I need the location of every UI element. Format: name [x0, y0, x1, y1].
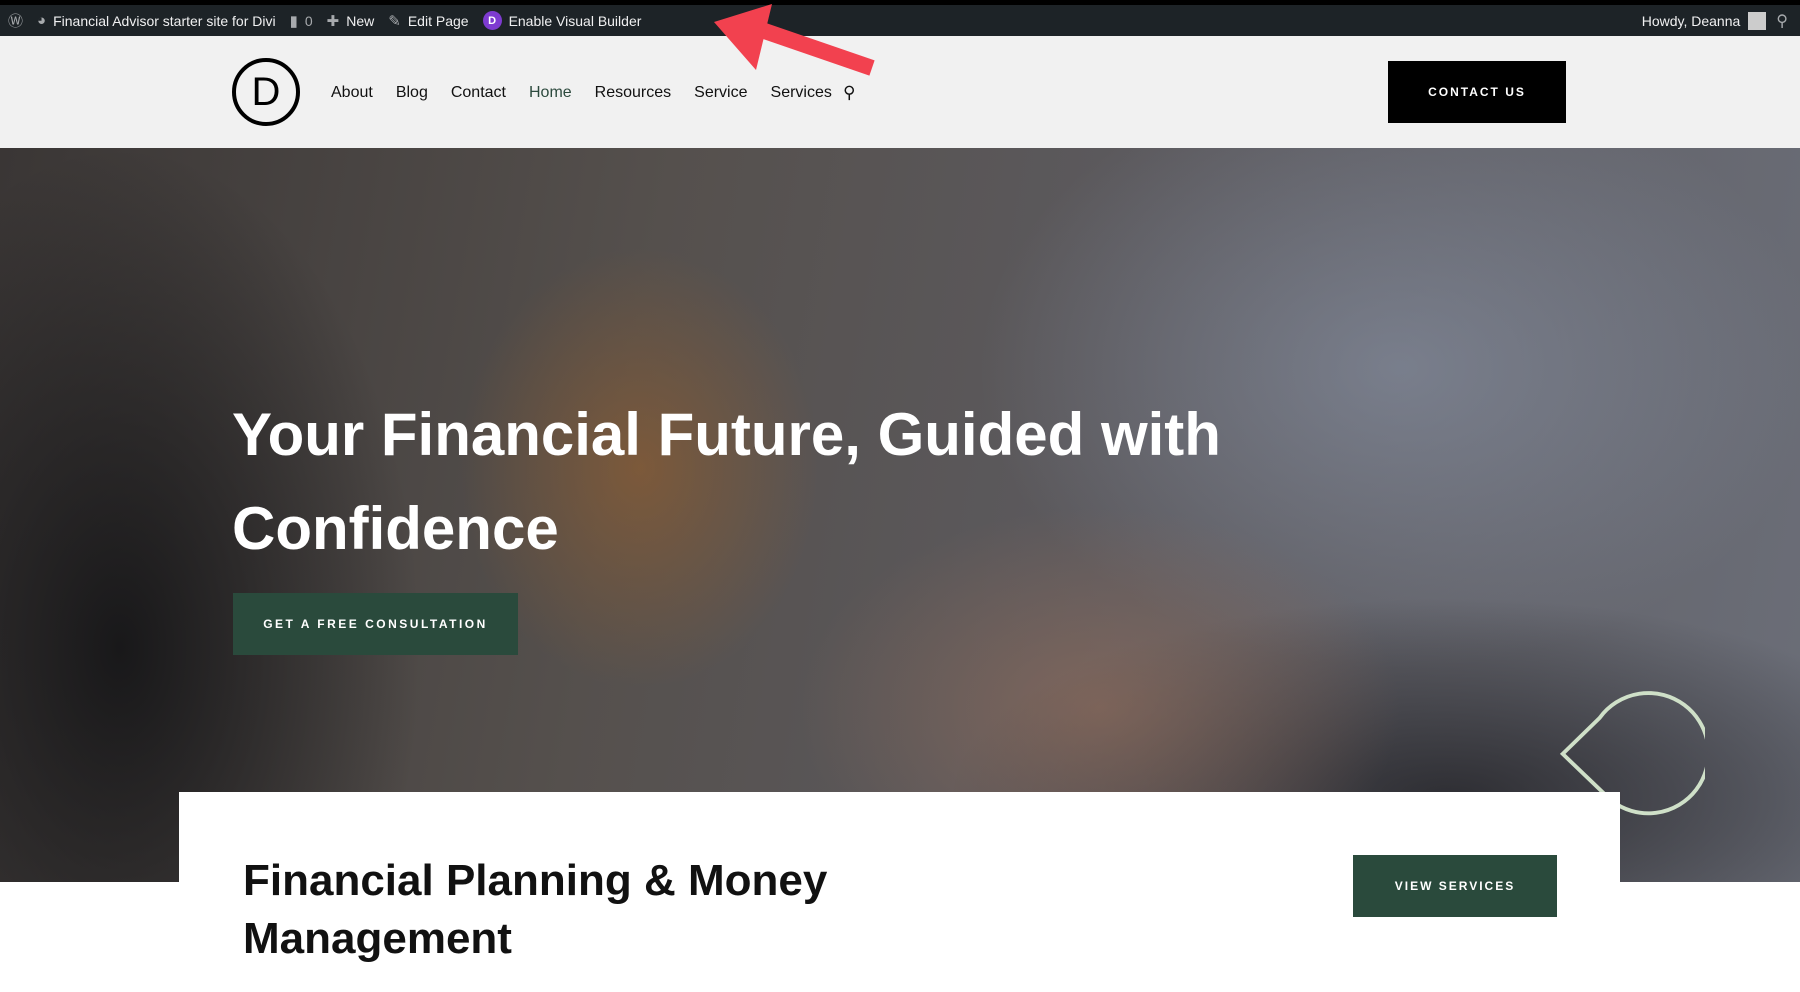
- comment-icon: ▮: [289, 12, 298, 30]
- main-nav: About Blog Contact Home Resources Servic…: [331, 83, 855, 103]
- divi-icon: D: [482, 11, 502, 30]
- nav-home[interactable]: Home: [529, 84, 572, 102]
- site-logo[interactable]: D: [232, 58, 300, 126]
- pencil-icon: ✎: [388, 12, 401, 30]
- hero-title: Your Financial Future, Guided with Confi…: [232, 401, 1221, 562]
- howdy-label: Howdy, Deanna: [1641, 12, 1741, 29]
- search-icon[interactable]: ⚲: [1776, 11, 1788, 31]
- new-label: New: [346, 12, 375, 29]
- view-services-button[interactable]: VIEW SERVICES: [1353, 855, 1557, 917]
- hero-section: Your Financial Future, Guided with Confi…: [0, 148, 1800, 882]
- site-name: Financial Advisor starter site for Divi: [53, 12, 276, 29]
- edit-label: Edit Page: [407, 12, 469, 29]
- howdy-user[interactable]: Howdy, Deanna: [1641, 11, 1767, 30]
- contact-us-button[interactable]: CONTACT US: [1388, 61, 1566, 123]
- enable-visual-builder-link[interactable]: D Enable Visual Builder: [482, 11, 642, 30]
- nav-contact[interactable]: Contact: [451, 84, 506, 102]
- section-title: Financial Planning & Money Management: [243, 856, 828, 963]
- services-intro-card: Financial Planning & Money Management VI…: [179, 792, 1620, 992]
- logo-letter: D: [251, 69, 281, 114]
- site-name-link[interactable]: ◕ Financial Advisor starter site for Divi: [37, 12, 276, 29]
- comments-link[interactable]: ▮ 0: [290, 12, 313, 30]
- avatar: [1748, 11, 1767, 30]
- nav-blog[interactable]: Blog: [396, 84, 428, 102]
- wordpress-logo-icon[interactable]: Ⓦ: [8, 10, 23, 31]
- dashboard-icon: ◕: [37, 12, 47, 29]
- edit-page-link[interactable]: ✎ Edit Page: [388, 12, 468, 30]
- site-header: D About Blog Contact Home Resources Serv…: [0, 36, 1800, 148]
- plus-icon: ✚: [326, 12, 340, 30]
- nav-service[interactable]: Service: [694, 84, 747, 102]
- nav-services[interactable]: Services: [771, 84, 832, 102]
- new-link[interactable]: ✚ New: [327, 12, 375, 30]
- admin-bar: Ⓦ ◕ Financial Advisor starter site for Di…: [0, 0, 1800, 36]
- nav-about[interactable]: About: [331, 84, 373, 102]
- nav-resources[interactable]: Resources: [595, 84, 671, 102]
- free-consultation-button[interactable]: GET A FREE CONSULTATION: [233, 593, 518, 655]
- visual-builder-label: Enable Visual Builder: [508, 12, 642, 29]
- comment-count: 0: [304, 12, 313, 29]
- search-icon[interactable]: ⚲: [843, 83, 855, 103]
